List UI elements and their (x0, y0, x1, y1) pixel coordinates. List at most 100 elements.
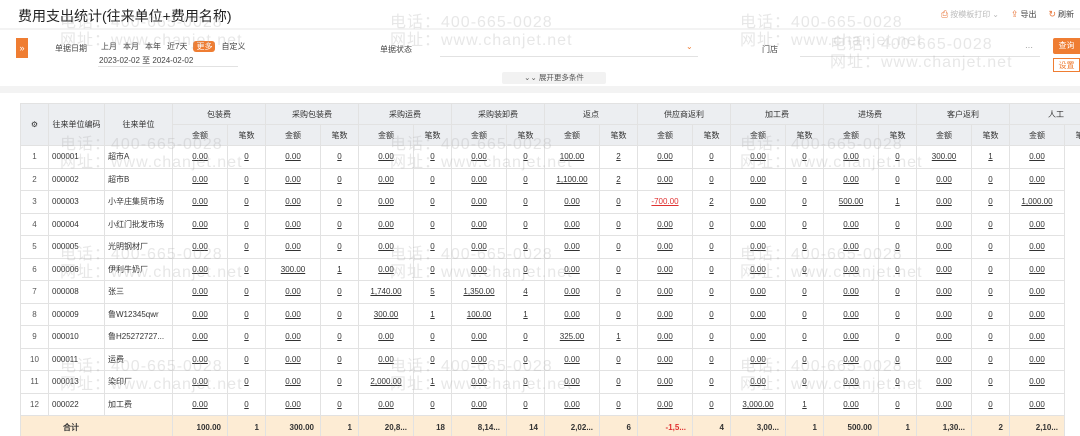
amount-link[interactable]: 0.00 (1029, 175, 1045, 184)
column-header-amount[interactable]: 金额 (637, 124, 693, 146)
count-link[interactable]: 0 (523, 152, 527, 161)
count-link[interactable]: 1 (616, 332, 620, 341)
count-link[interactable]: 0 (988, 175, 992, 184)
column-header-count[interactable]: 笔数 (878, 124, 917, 146)
count-link[interactable]: 0 (430, 152, 434, 161)
amount-link[interactable]: 0.00 (192, 220, 208, 229)
count-link[interactable]: 0 (430, 197, 434, 206)
column-header-amount[interactable]: 金额 (265, 124, 321, 146)
count-link[interactable]: 0 (337, 242, 341, 251)
count-link[interactable]: 0 (244, 197, 248, 206)
count-link[interactable]: 0 (337, 220, 341, 229)
count-link[interactable]: 0 (802, 332, 806, 341)
query-button[interactable]: 查询 (1053, 38, 1080, 54)
amount-link[interactable]: 2,000.00 (370, 377, 401, 386)
count-link[interactable]: 0 (709, 175, 713, 184)
amount-link[interactable]: 0.00 (471, 355, 487, 364)
collapse-sidebar-icon[interactable]: » (16, 38, 28, 58)
amount-link[interactable]: 0.00 (192, 152, 208, 161)
column-group-header[interactable]: 客户返利 (916, 103, 1010, 125)
gear-icon[interactable]: ⚙ (31, 120, 38, 129)
amount-link[interactable]: 0.00 (936, 332, 952, 341)
amount-link[interactable]: 325.00 (560, 332, 584, 341)
column-header-amount[interactable]: 金额 (172, 124, 228, 146)
amount-link[interactable]: 0.00 (657, 265, 673, 274)
option-last-month[interactable]: 上月 (101, 41, 117, 52)
amount-link[interactable]: 0.00 (285, 175, 301, 184)
amount-link[interactable]: 1,740.00 (370, 287, 401, 296)
column-group-header[interactable]: 进场费 (823, 103, 917, 125)
amount-link[interactable]: 0.00 (657, 287, 673, 296)
count-link[interactable]: 0 (895, 332, 899, 341)
count-link[interactable]: 0 (244, 242, 248, 251)
amount-link[interactable]: 0.00 (657, 332, 673, 341)
count-link[interactable]: 0 (616, 355, 620, 364)
amount-link[interactable]: 0.00 (471, 242, 487, 251)
amount-link[interactable]: 0.00 (564, 377, 580, 386)
amount-link[interactable]: -700.00 (651, 197, 678, 206)
count-link[interactable]: 0 (988, 265, 992, 274)
amount-link[interactable]: 0.00 (750, 265, 766, 274)
count-link[interactable]: 0 (988, 310, 992, 319)
count-link[interactable]: 0 (895, 152, 899, 161)
count-link[interactable]: 0 (988, 332, 992, 341)
count-link[interactable]: 0 (802, 242, 806, 251)
count-link[interactable]: 0 (802, 377, 806, 386)
amount-link[interactable]: 0.00 (750, 175, 766, 184)
count-link[interactable]: 0 (895, 287, 899, 296)
count-link[interactable]: 0 (988, 377, 992, 386)
count-link[interactable]: 5 (430, 287, 434, 296)
more-icon[interactable]: ··· (1025, 43, 1033, 52)
table-row[interactable]: 7 000008 张三 0.00 0 0.00 0 1,740.00 5 1,350.00 4 0.0… (20, 280, 1080, 304)
count-link[interactable]: 0 (709, 355, 713, 364)
amount-link[interactable]: 0.00 (750, 197, 766, 206)
date-range-input[interactable]: 2023-02-02 至 2024-02-02 (99, 55, 193, 66)
amount-link[interactable]: 0.00 (1029, 220, 1045, 229)
amount-link[interactable]: 0.00 (843, 265, 859, 274)
amount-link[interactable]: 0.00 (843, 152, 859, 161)
count-link[interactable]: 0 (244, 220, 248, 229)
count-link[interactable]: 0 (895, 242, 899, 251)
column-group-header[interactable]: 采购运费 (358, 103, 452, 125)
count-link[interactable]: 0 (244, 287, 248, 296)
option-last-7-days[interactable]: 近7天 (167, 41, 187, 52)
count-link[interactable]: 0 (430, 220, 434, 229)
amount-link[interactable]: 0.00 (285, 310, 301, 319)
amount-link[interactable]: 0.00 (936, 242, 952, 251)
count-link[interactable]: 0 (616, 242, 620, 251)
column-group-header[interactable]: 加工费 (730, 103, 824, 125)
amount-link[interactable]: 0.00 (285, 152, 301, 161)
amount-link[interactable]: 0.00 (1029, 400, 1045, 409)
count-link[interactable]: 0 (988, 287, 992, 296)
column-header-amount[interactable]: 金额 (544, 124, 600, 146)
count-link[interactable]: 0 (616, 377, 620, 386)
count-link[interactable]: 0 (430, 242, 434, 251)
amount-link[interactable]: 1,000.00 (1021, 197, 1052, 206)
amount-link[interactable]: 0.00 (192, 400, 208, 409)
amount-link[interactable]: 0.00 (285, 287, 301, 296)
table-row[interactable]: 11 000013 染印厂 0.00 0 0.00 0 2,000.00 1 0.00 0 0.00 0… (20, 370, 1080, 394)
column-group-header[interactable]: 人工 (1009, 103, 1080, 125)
count-link[interactable]: 0 (709, 332, 713, 341)
amount-link[interactable]: 0.00 (564, 197, 580, 206)
amount-link[interactable]: 0.00 (564, 265, 580, 274)
amount-link[interactable]: 0.00 (843, 175, 859, 184)
column-header-amount[interactable]: 金额 (1009, 124, 1065, 146)
amount-link[interactable]: 0.00 (285, 332, 301, 341)
amount-link[interactable]: 0.00 (378, 197, 394, 206)
amount-link[interactable]: 300.00 (281, 265, 305, 274)
count-link[interactable]: 0 (895, 355, 899, 364)
count-link[interactable]: 0 (337, 310, 341, 319)
amount-link[interactable]: 0.00 (1029, 152, 1045, 161)
amount-link[interactable]: 0.00 (1029, 265, 1045, 274)
amount-link[interactable]: 0.00 (564, 355, 580, 364)
amount-link[interactable]: 300.00 (374, 310, 398, 319)
amount-link[interactable]: 0.00 (192, 287, 208, 296)
status-select[interactable] (440, 56, 698, 57)
amount-link[interactable]: 0.00 (657, 152, 673, 161)
column-header-count[interactable]: 笔数 (227, 124, 266, 146)
table-row[interactable]: 8 000009 鲁W12345qwr 0.00 0 0.00 0 300.00 1 100.00… (20, 302, 1080, 326)
count-link[interactable]: 0 (523, 400, 527, 409)
count-link[interactable]: 0 (895, 310, 899, 319)
count-link[interactable]: 0 (523, 332, 527, 341)
